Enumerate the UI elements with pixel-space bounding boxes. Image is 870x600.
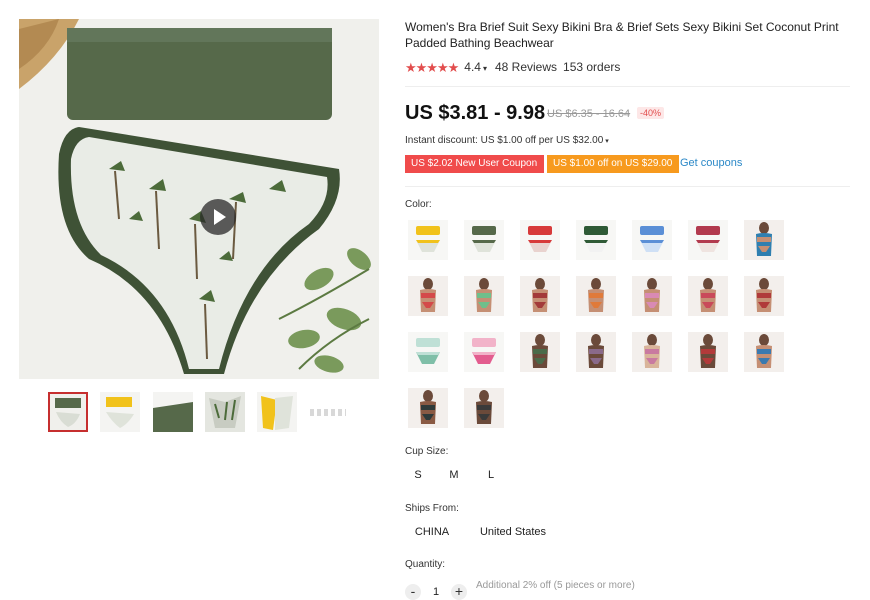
color-swatch[interactable] [688, 276, 728, 316]
chevron-down-icon: ▾ [482, 64, 487, 74]
star-icon: ★★★★★ [405, 60, 459, 75]
quantity-decrease-button[interactable]: - [405, 584, 421, 600]
play-video-button[interactable] [200, 199, 236, 235]
new-user-coupon[interactable]: US $2.02 New User Coupon [405, 155, 544, 173]
ships-from-china[interactable]: CHINA [410, 526, 454, 538]
divider [405, 86, 850, 87]
reviews-link[interactable]: 48 Reviews [495, 60, 557, 74]
quantity-increase-button[interactable]: + [451, 584, 467, 600]
color-swatch[interactable] [744, 276, 784, 316]
ships-from-label: Ships From: [405, 503, 459, 514]
color-swatch[interactable] [576, 276, 616, 316]
color-label: Color: [405, 199, 432, 210]
thumbnail-4[interactable] [205, 392, 245, 432]
color-swatch[interactable] [744, 220, 784, 260]
color-swatch[interactable] [464, 332, 504, 372]
color-swatch[interactable] [688, 332, 728, 372]
divider [405, 186, 850, 187]
color-swatch[interactable] [632, 220, 672, 260]
color-swatch[interactable] [464, 388, 504, 428]
original-price: US $6.35 - 16.64 [547, 108, 631, 120]
bulk-discount-note: Additional 2% off (5 pieces or more) [476, 580, 635, 591]
product-main-image[interactable] [19, 19, 379, 379]
thumbnail-1[interactable] [48, 392, 88, 432]
color-swatch[interactable] [520, 332, 560, 372]
rating-row: ★★★★★ 4.4 ▾ 48 Reviews 153 orders [405, 60, 620, 76]
thumbnail-5[interactable] [257, 392, 297, 432]
color-swatch[interactable] [632, 332, 672, 372]
get-coupons-link[interactable]: Get coupons [680, 157, 742, 169]
size-option-l[interactable]: L [481, 469, 501, 481]
discount-badge: -40% [637, 107, 665, 119]
orders-count: 153 orders [563, 60, 621, 75]
rating-value[interactable]: 4.4 ▾ [464, 60, 487, 74]
more-thumbnails-indicator [310, 409, 346, 416]
color-swatch[interactable] [408, 332, 448, 372]
quantity-label: Quantity: [405, 559, 446, 570]
color-swatch[interactable] [464, 220, 504, 260]
quantity-input[interactable]: 1 [433, 586, 439, 598]
color-swatch[interactable] [464, 276, 504, 316]
color-swatch[interactable] [576, 220, 616, 260]
color-swatch[interactable] [520, 276, 560, 316]
color-swatch[interactable] [744, 332, 784, 372]
thumbnail-strip [48, 392, 358, 434]
color-swatch[interactable] [408, 388, 448, 428]
cup-size-label: Cup Size: [405, 446, 449, 457]
instant-discount[interactable]: Instant discount: US $1.00 off per US $3… [405, 135, 609, 146]
ships-from-united-states[interactable]: United States [472, 526, 554, 538]
thumbnail-2[interactable] [100, 392, 140, 432]
color-swatch[interactable] [632, 276, 672, 316]
price: US $3.81 - 9.98 [405, 102, 546, 124]
color-swatch[interactable] [408, 276, 448, 316]
store-coupon[interactable]: US $1.00 off on US $29.00 [547, 155, 679, 173]
color-swatch[interactable] [520, 220, 560, 260]
color-swatch[interactable] [408, 220, 448, 260]
chevron-down-icon: ▾ [605, 138, 609, 145]
bikini-illustration [19, 19, 379, 379]
color-swatch[interactable] [576, 332, 616, 372]
product-title: Women's Bra Brief Suit Sexy Bikini Bra &… [405, 20, 839, 50]
color-swatch[interactable] [688, 220, 728, 260]
size-option-s[interactable]: S [408, 469, 428, 481]
size-option-m[interactable]: M [444, 469, 464, 481]
thumbnail-3[interactable] [153, 392, 193, 432]
